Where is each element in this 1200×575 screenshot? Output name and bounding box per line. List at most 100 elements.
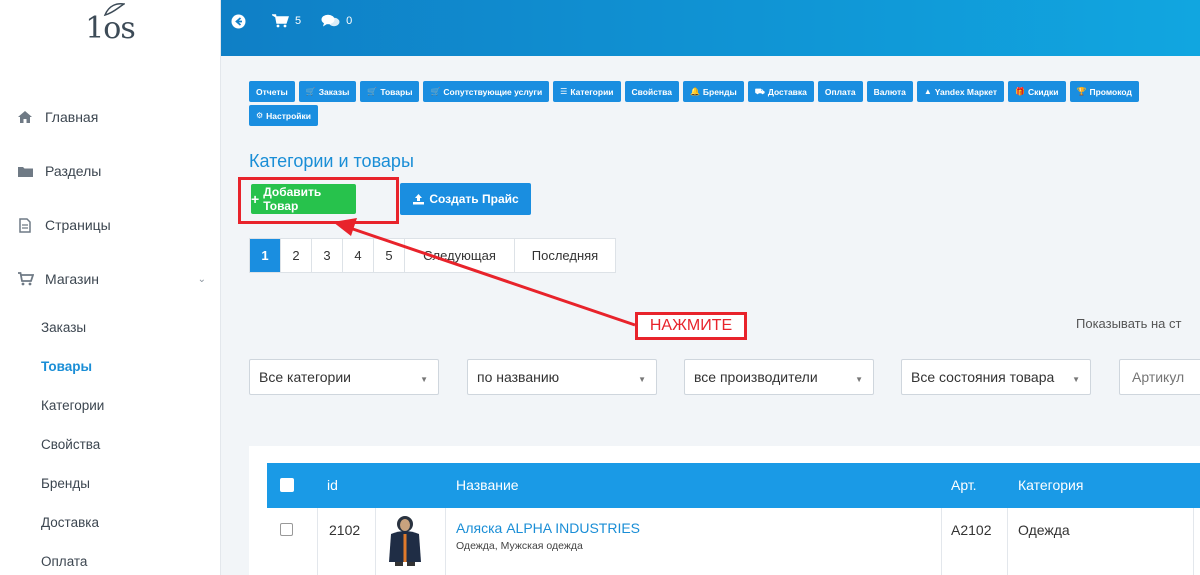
submenu-item-products[interactable]: Товары — [0, 347, 220, 386]
trophy-icon: 🏆 — [1076, 87, 1087, 96]
gear-icon: ⚙ — [256, 111, 264, 120]
page-3[interactable]: 3 — [312, 239, 343, 272]
page-next[interactable]: Следующая — [405, 239, 515, 272]
folder-icon — [16, 163, 34, 179]
messages-counter[interactable]: 0 — [321, 14, 352, 28]
bell-icon: 🔔 — [689, 87, 700, 96]
article-input[interactable] — [1119, 359, 1200, 395]
page-4[interactable]: 4 — [343, 239, 374, 272]
select-all-checkbox[interactable] — [280, 478, 294, 492]
button-label: Оплата — [824, 86, 856, 97]
click-callout: НАЖМИТЕ — [635, 312, 747, 340]
column-header-id[interactable]: id — [327, 477, 338, 493]
submenu-item-brands[interactable]: Бренды — [0, 464, 220, 503]
sidebar-item-pages[interactable]: Страницы — [0, 198, 220, 252]
column-header-category[interactable]: Категория — [1018, 477, 1083, 493]
quick-yandex-button[interactable]: ▲ Yandex Маркет — [916, 81, 1005, 102]
plus-icon: + — [251, 191, 260, 207]
selected-value: Все состояния товара — [911, 369, 1055, 385]
quick-properties-button[interactable]: Свойства — [624, 81, 679, 102]
caret-down-icon: ▼ — [1072, 375, 1080, 384]
truck-icon: ⛟ — [754, 86, 765, 96]
selected-value: по названию — [477, 369, 560, 385]
page-last[interactable]: Последняя — [515, 239, 615, 272]
quick-delivery-button[interactable]: ⛟ Доставка — [747, 81, 814, 102]
sidebar-item-label: Магазин — [45, 271, 100, 287]
quick-reports-button[interactable]: Отчеты — [249, 81, 295, 102]
cart-count: 5 — [295, 15, 302, 27]
column-header-art[interactable]: Арт. — [951, 477, 977, 493]
shop-submenu: Заказы Товары Категории Свойства Бренды … — [0, 308, 220, 575]
button-label: Товары — [380, 86, 413, 97]
button-label: Отчеты — [256, 86, 288, 97]
button-label: Yandex Маркет — [934, 86, 998, 97]
quick-settings-button[interactable]: ⚙ Настройки — [249, 105, 319, 126]
page-5[interactable]: 5 — [374, 239, 405, 272]
cart-counter[interactable]: 5 — [272, 14, 301, 28]
sidebar-item-home[interactable]: Главная — [0, 90, 220, 144]
sidebar-item-label: Разделы — [45, 163, 102, 179]
show-per-page-label: Показывать на ст — [1076, 316, 1182, 331]
page-title: Категории и товары — [249, 151, 414, 171]
sidebar-item-label: Главная — [45, 109, 99, 125]
sidebar: 1os Главная Разделы Страницы Магазин ⌄ З… — [0, 0, 221, 575]
caret-down-icon: ▼ — [638, 375, 646, 384]
sidebar-item-shop[interactable]: Магазин ⌄ — [0, 252, 220, 306]
submenu-item-delivery[interactable]: Доставка — [0, 503, 220, 542]
submenu-item-categories[interactable]: Категории — [0, 386, 220, 425]
quick-orders-button[interactable]: 🛒 Заказы — [298, 81, 357, 102]
home-icon — [16, 109, 34, 125]
product-art: A2102 — [951, 522, 992, 538]
sidebar-item-label: Страницы — [45, 217, 111, 233]
caret-down-icon: ▼ — [420, 375, 428, 384]
add-product-button[interactable]: + Добавить Товар — [251, 184, 356, 214]
button-label: Добавить Товар — [263, 185, 322, 213]
chevron-down-icon: ⌄ — [197, 274, 206, 285]
file-icon — [16, 217, 34, 233]
state-filter[interactable]: Все состояния товара ▼ — [901, 359, 1091, 395]
button-label: Категории — [570, 86, 614, 97]
manufacturer-filter[interactable]: все производители ▼ — [684, 359, 874, 395]
quick-categories-button[interactable]: ☰ Категории — [553, 81, 621, 102]
quick-products-button[interactable]: 🛒 Товары — [360, 81, 420, 102]
quick-currency-button[interactable]: Валюта — [866, 81, 913, 102]
table-header: id Название Арт. Категория — [267, 463, 1200, 508]
submenu-item-payment[interactable]: Оплата — [0, 542, 220, 575]
submenu-item-properties[interactable]: Свойства — [0, 425, 220, 464]
page-1[interactable]: 1 — [250, 239, 281, 272]
cart-icon: 🛒 — [430, 87, 441, 96]
column-header-name[interactable]: Название — [456, 477, 519, 493]
products-table: id Название Арт. Категория 2102 Аляска A… — [249, 446, 1200, 575]
category-filter[interactable]: Все категории ▼ — [249, 359, 439, 395]
sort-filter[interactable]: по названию ▼ — [467, 359, 657, 395]
main-content: Отчеты 🛒 Заказы 🛒 Товары 🛒 Сопутствующие ус… — [221, 56, 1200, 575]
sidebar-item-sections[interactable]: Разделы — [0, 144, 220, 198]
caret-down-icon: ▼ — [855, 375, 863, 384]
button-label: Заказы — [318, 86, 350, 97]
quick-promocode-button[interactable]: 🏆 Промокод — [1069, 81, 1139, 102]
quick-nav: Отчеты 🛒 Заказы 🛒 Товары 🛒 Сопутствующие ус… — [249, 81, 1200, 129]
button-label: Свойства — [631, 86, 672, 97]
pagination: 1 2 3 4 5 Следующая Последняя — [249, 238, 616, 273]
upload-icon — [413, 194, 425, 205]
table-row[interactable]: 2102 Аляска ALPHA INDUSTRIES Одежда, Муж… — [267, 508, 1200, 575]
row-checkbox[interactable] — [280, 523, 293, 536]
quick-payment-button[interactable]: Оплата — [817, 81, 863, 102]
submenu-item-orders[interactable]: Заказы — [0, 308, 220, 347]
quick-services-button[interactable]: 🛒 Сопутствующие услуги — [423, 81, 550, 102]
product-categories: Одежда, Мужская одежда — [456, 540, 583, 552]
logo[interactable]: 1os — [0, 0, 220, 56]
back-button[interactable] — [231, 14, 252, 29]
topbar: 5 0 — [221, 0, 1200, 56]
button-label: Настройки — [266, 110, 312, 121]
page-2[interactable]: 2 — [281, 239, 312, 272]
quick-brands-button[interactable]: 🔔 Бренды — [682, 81, 744, 102]
button-label: Скидки — [1028, 86, 1059, 97]
product-thumbnail[interactable] — [385, 514, 425, 566]
product-name-link[interactable]: Аляска ALPHA INDUSTRIES — [456, 520, 640, 536]
quick-discounts-button[interactable]: 🎁 Скидки — [1008, 81, 1066, 102]
create-pricelist-button[interactable]: Создать Прайс — [400, 183, 531, 215]
cart-icon: 🛒 — [305, 87, 316, 96]
button-label: Доставка — [767, 86, 807, 97]
button-label: Промокод — [1089, 86, 1132, 97]
